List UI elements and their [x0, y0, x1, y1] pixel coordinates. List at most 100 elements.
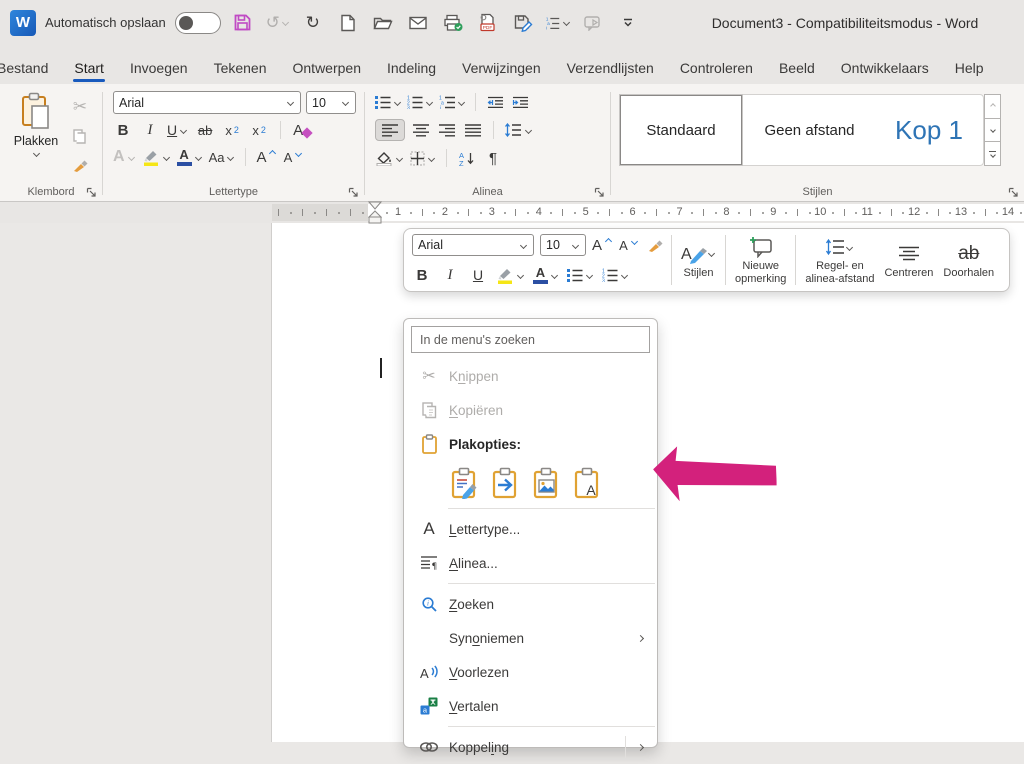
undo-button[interactable]: ↺	[265, 10, 291, 36]
redo-button[interactable]: ↻	[300, 10, 326, 36]
tab-beeld[interactable]: Beeld	[766, 60, 828, 84]
style-kop-1[interactable]: Kop 1	[877, 95, 981, 165]
paste-keep-text-only-button[interactable]: A	[571, 466, 603, 500]
autosave-toggle[interactable]	[175, 12, 221, 34]
open-button[interactable]	[370, 10, 396, 36]
mini-format-painter-button[interactable]	[645, 234, 665, 256]
font-size-combobox[interactable]: 10	[306, 91, 356, 114]
mini-styles-button[interactable]: A Stijlen	[676, 233, 721, 287]
mini-grow-font-button[interactable]: A	[592, 234, 613, 256]
align-center-button[interactable]	[411, 119, 431, 141]
menu-item-voorlezen[interactable]: A Voorlezen	[404, 655, 657, 689]
menu-item-vertalen[interactable]: a Vertalen	[404, 689, 657, 723]
menu-item-alinea[interactable]: ¶ Alinea...	[404, 546, 657, 580]
numbering-button[interactable]: 1 2 3	[407, 91, 434, 113]
tab-tekenen[interactable]: Tekenen	[201, 60, 280, 84]
show-formatting-marks-button[interactable]: ¶	[483, 147, 503, 169]
text-effects-button[interactable]: A	[113, 146, 136, 168]
tab-verwijzingen[interactable]: Verwijzingen	[449, 60, 554, 84]
increase-indent-button[interactable]	[510, 91, 530, 113]
styles-gallery-more-button[interactable]	[984, 142, 1001, 166]
menu-item-kopieren[interactable]: Kopiëren	[404, 393, 657, 427]
menu-search[interactable]	[411, 326, 650, 353]
word-logo-icon[interactable]: W	[10, 10, 36, 36]
justify-button[interactable]	[463, 119, 483, 141]
change-case-button[interactable]: Aa	[209, 146, 236, 168]
paste-picture-button[interactable]	[530, 466, 562, 500]
mini-font-name-combobox[interactable]: Arial	[412, 234, 534, 256]
stijlen-dialog-launcher[interactable]	[1008, 187, 1019, 198]
borders-button[interactable]	[410, 147, 436, 169]
align-left-button[interactable]	[375, 119, 405, 141]
lettertype-dialog-launcher[interactable]	[348, 187, 359, 198]
style-geen-afstand[interactable]: Geen afstand	[742, 95, 877, 165]
styles-scroll-down-button[interactable]	[984, 119, 1001, 143]
sort-button[interactable]: A Z	[457, 147, 477, 169]
save-button[interactable]	[230, 10, 256, 36]
highlight-color-button[interactable]	[142, 146, 171, 168]
subscript-button[interactable]: x2	[222, 119, 242, 141]
style-standaard[interactable]: Standaard	[620, 95, 742, 165]
mini-font-size-combobox[interactable]: 10	[540, 234, 586, 256]
font-color-button[interactable]: A	[177, 146, 203, 168]
line-paragraph-spacing-button[interactable]: Regel- en alinea-afstand	[800, 233, 879, 287]
menu-item-synoniemen[interactable]: Synoniemen	[404, 621, 657, 655]
underline-button[interactable]: U	[167, 119, 188, 141]
decrease-indent-button[interactable]	[485, 91, 505, 113]
tab-controleren[interactable]: Controleren	[667, 60, 766, 84]
horizontal-ruler[interactable]: 1234567891011121314	[0, 202, 1024, 223]
customize-quick-access-toolbar-button[interactable]	[615, 10, 641, 36]
alinea-dialog-launcher[interactable]	[594, 187, 605, 198]
menu-item-zoeken[interactable]: i Zoeken	[404, 587, 657, 621]
tab-bestand[interactable]: Bestand	[0, 60, 61, 84]
quick-print-button[interactable]	[440, 10, 466, 36]
tab-ontwikkelaars[interactable]: Ontwikkelaars	[828, 60, 942, 84]
clear-formatting-button[interactable]: A	[292, 119, 312, 141]
tab-start[interactable]: Start	[61, 60, 117, 84]
tab-ontwerpen[interactable]: Ontwerpen	[280, 60, 374, 84]
paste-button[interactable]: Plakken	[8, 92, 64, 156]
multilevel-list-button[interactable]: 1 a i	[545, 10, 571, 36]
mini-center-button[interactable]: Centreren	[879, 233, 938, 287]
mini-highlight-button[interactable]	[496, 264, 525, 286]
styles-scroll-up-button[interactable]	[984, 94, 1001, 119]
tab-verzendlijsten[interactable]: Verzendlijsten	[554, 60, 667, 84]
copy-button[interactable]	[70, 125, 90, 147]
mini-font-color-button[interactable]: A	[533, 264, 559, 286]
format-painter-button[interactable]	[70, 154, 90, 176]
read-aloud-preview-button[interactable]	[580, 10, 606, 36]
superscript-button[interactable]: x2	[249, 119, 269, 141]
cut-button[interactable]: ✂	[70, 96, 90, 118]
mini-underline-button[interactable]: U	[468, 264, 488, 286]
pdf-export-button[interactable]: PDF	[475, 10, 501, 36]
line-spacing-button[interactable]	[504, 119, 533, 141]
menu-item-lettertype[interactable]: A Lettertype...	[404, 512, 657, 546]
shrink-font-button[interactable]: A	[283, 146, 303, 168]
grow-font-button[interactable]: A	[256, 146, 277, 168]
new-document-button[interactable]	[335, 10, 361, 36]
menu-item-koppeling[interactable]: Koppeling	[404, 730, 657, 764]
save-as-button[interactable]	[510, 10, 536, 36]
strikethrough-button[interactable]: ab	[195, 119, 215, 141]
tab-help[interactable]: Help	[942, 60, 997, 84]
mini-shrink-font-button[interactable]: A	[619, 234, 639, 256]
mini-numbering-button[interactable]: 1 2 3	[602, 264, 629, 286]
new-comment-button[interactable]: Nieuwe opmerking	[730, 233, 791, 287]
multilevel-list-ribbon-button[interactable]: 1 a i	[439, 91, 466, 113]
mini-bullets-button[interactable]	[567, 264, 594, 286]
menu-item-knippen[interactable]: ✂ Knippen	[404, 359, 657, 393]
shading-button[interactable]	[375, 147, 404, 169]
mini-bold-button[interactable]: B	[412, 264, 432, 286]
bold-button[interactable]: B	[113, 119, 133, 141]
font-name-combobox[interactable]: Arial	[113, 91, 301, 114]
align-right-button[interactable]	[437, 119, 457, 141]
email-button[interactable]	[405, 10, 431, 36]
italic-button[interactable]: I	[140, 119, 160, 141]
mini-italic-button[interactable]: I	[440, 264, 460, 286]
indent-marker[interactable]	[368, 201, 382, 225]
paste-keep-source-formatting-button[interactable]	[448, 466, 480, 500]
klembord-dialog-launcher[interactable]	[86, 187, 97, 198]
menu-search-input[interactable]	[411, 326, 650, 353]
mini-strikethrough-button[interactable]: ab Doorhalen	[938, 233, 999, 287]
tab-indeling[interactable]: Indeling	[374, 60, 449, 84]
